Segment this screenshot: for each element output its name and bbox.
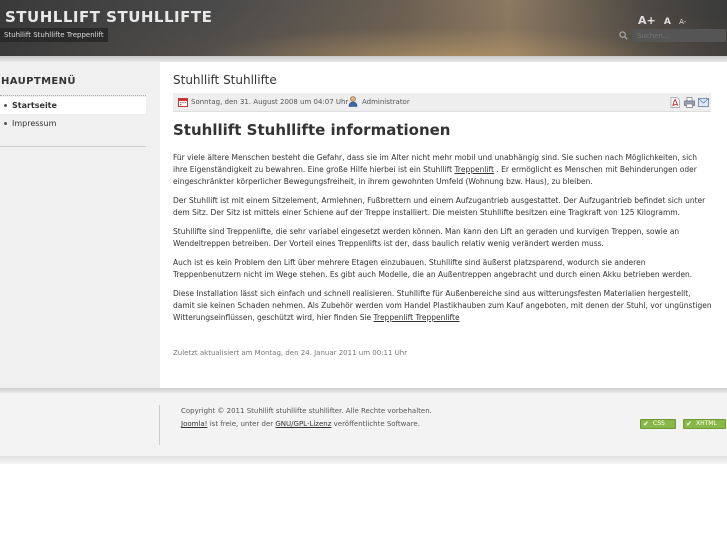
article-paragraph: Stuhllifte sind Treppenlifte, die sehr v… [173, 227, 680, 248]
treppenlift-treppenlifte-link[interactable]: Treppenlift Treppenlifte [374, 313, 460, 322]
footer: Copyright © 2011 Stuhllift stuhllifte st… [0, 393, 727, 456]
print-icon[interactable] [684, 97, 695, 108]
treppenlift-link[interactable]: Treppenlift [454, 165, 494, 174]
sidebar-divider [0, 95, 146, 96]
font-increase-button[interactable]: A+ [638, 14, 656, 27]
article-title: Stuhllift Stuhllifte informationen [173, 121, 451, 139]
font-decrease-button[interactable]: A- [679, 18, 686, 26]
sidebar-title: HAUPTMENÜ [1, 76, 76, 87]
article-date: Sonntag, den 31. August 2008 um 04:07 Uh… [191, 98, 349, 106]
pdf-icon[interactable] [670, 97, 680, 108]
calendar-icon [178, 98, 188, 107]
article-meta-bar: Sonntag, den 31. August 2008 um 04:07 Uh… [173, 93, 711, 112]
article-paragraph: Der Stuhllift ist mit einem Sitzelement,… [173, 196, 706, 217]
sidebar-item-label: Startseite [12, 101, 57, 110]
bullet-icon [4, 122, 7, 125]
last-modified: Zuletzt aktualisiert am Montag, den 24. … [173, 349, 408, 357]
check-icon: ✔ [643, 420, 649, 428]
sidebar-divider [0, 146, 146, 147]
search-icon [619, 31, 628, 40]
article-author: Administrator [362, 98, 410, 106]
sidebar: HAUPTMENÜ Startseite Impressum [0, 62, 160, 388]
font-reset-button[interactable]: A [664, 17, 671, 27]
bullet-icon [4, 104, 7, 107]
check-icon: ✔ [686, 420, 692, 428]
sidebar-item-label: Impressum [12, 119, 57, 128]
email-icon[interactable] [698, 98, 709, 107]
copyright-text: Copyright © 2011 Stuhllift stuhllifte st… [181, 407, 432, 415]
article-paragraph: Diese Installation lässt sich einfach un… [173, 289, 712, 322]
footer-bottom-stripe [0, 456, 727, 464]
joomla-credit: Joomla! ist freie, unter der GNU/GPL-Liz… [181, 420, 420, 428]
css-valid-badge[interactable]: ✔ CSS [640, 419, 676, 429]
search-input[interactable] [632, 29, 726, 42]
joomla-link[interactable]: Joomla! [181, 420, 208, 428]
article-body: Für viele ältere Menschen besteht die Ge… [173, 152, 713, 331]
sidebar-item-startseite[interactable]: Startseite [0, 97, 146, 114]
site-tagline: Stuhllift Stuhllifte Treppenlift [0, 28, 108, 42]
footer-vertical-divider [159, 405, 160, 445]
article-header-title[interactable]: Stuhllift Stuhllifte [173, 73, 277, 87]
site-header: STUHLLIFT STUHLLIFTE Stuhllift Stuhllift… [0, 0, 727, 56]
article-paragraph: Auch ist es kein Problem den Lift über m… [173, 258, 693, 279]
font-size-tools: A+ A A- [638, 14, 691, 27]
sidebar-item-impressum[interactable]: Impressum [0, 115, 146, 132]
article-paragraph: Für viele ältere Menschen besteht die Ge… [173, 153, 698, 186]
xhtml-valid-badge[interactable]: ✔ XHTML [683, 419, 726, 429]
site-title[interactable]: STUHLLIFT STUHLLIFTE [5, 8, 212, 26]
user-icon [348, 96, 358, 107]
license-link[interactable]: GNU/GPL-Lizenz [275, 420, 331, 428]
